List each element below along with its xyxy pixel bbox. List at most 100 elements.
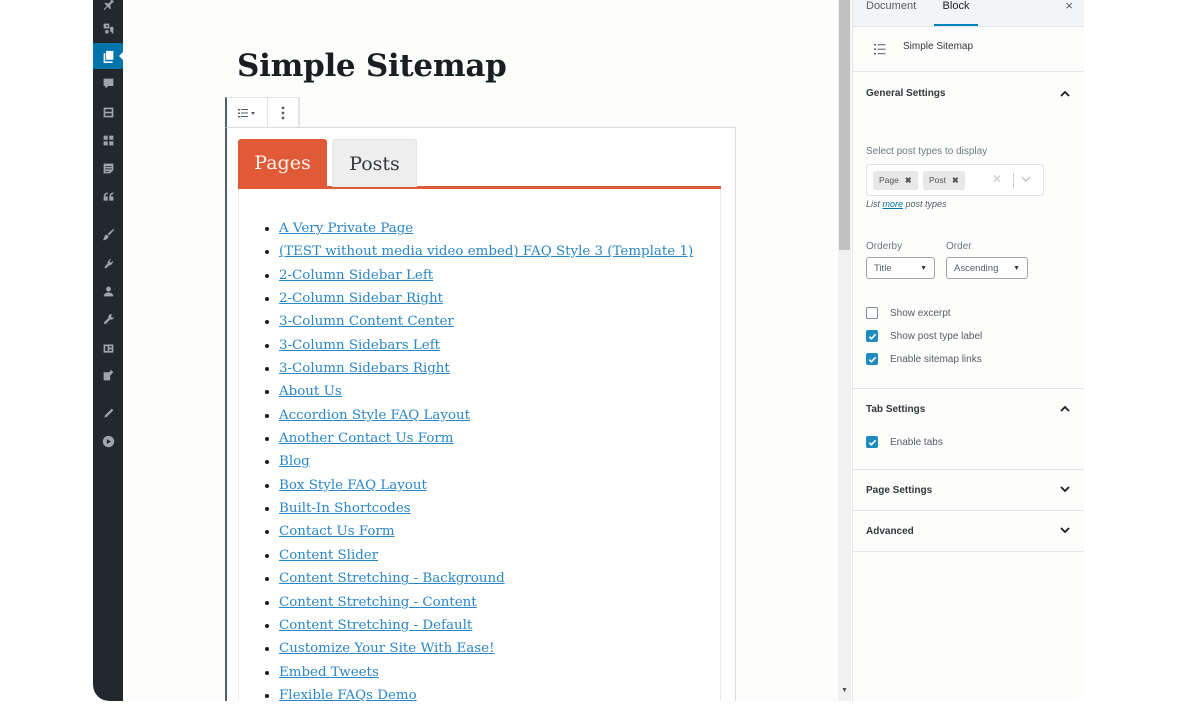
editor-window: Simple Sitemap Pages Posts A Very Privat…	[93, 0, 1084, 701]
page-link[interactable]: Embed Tweets	[279, 665, 379, 680]
tab-posts[interactable]: Posts	[332, 139, 417, 187]
admin-menu-item-appearance[interactable]	[93, 221, 123, 247]
admin-menu-item-document[interactable]	[93, 155, 123, 181]
close-icon[interactable]: ×	[1065, 0, 1073, 13]
sidebar-tab-document[interactable]: Document	[866, 0, 916, 24]
select-arrow-icon: ▼	[920, 265, 927, 272]
page-link[interactable]: (TEST without media video embed) FAQ Sty…	[279, 244, 693, 259]
admin-menu	[93, 0, 124, 701]
checkbox-checked[interactable]	[866, 330, 878, 342]
panel-tab-settings: Tab Settings Enable tabs	[853, 389, 1084, 470]
checkbox-row[interactable]: Show excerpt	[866, 306, 951, 320]
order-value: Ascending	[954, 263, 999, 274]
block-type-switcher[interactable]	[227, 98, 268, 128]
page-link[interactable]: Box Style FAQ Layout	[279, 478, 427, 493]
admin-menu-item-users[interactable]	[93, 278, 123, 304]
post-types-multiselect[interactable]: Page ✖ Post ✖ ✕	[866, 164, 1044, 196]
page-link[interactable]: Another Contact Us Form	[279, 431, 454, 446]
order-label: Order	[946, 241, 972, 252]
scroll-down-arrow-icon[interactable]: ▼	[840, 687, 849, 695]
admin-menu-item-comments[interactable]	[93, 70, 123, 96]
checkbox-label: Show post type label	[890, 330, 983, 342]
panel-title: Tab Settings	[866, 404, 926, 415]
panel-page-settings-toggle[interactable]: Page Settings	[853, 470, 1084, 510]
play-icon	[102, 435, 114, 447]
panel-general-settings-toggle[interactable]: General Settings	[853, 72, 1084, 112]
page-link[interactable]: Contact Us Form	[279, 524, 395, 539]
chip-page[interactable]: Page ✖	[873, 171, 918, 190]
editor-scrollbar[interactable]: ▼	[838, 0, 851, 701]
chip-label: Page	[879, 175, 899, 185]
page-link[interactable]: Content Slider	[279, 548, 378, 563]
tools-icon	[103, 313, 114, 324]
checkbox-row[interactable]: Show post type label	[866, 329, 982, 343]
remove-chip-icon[interactable]: ✖	[905, 176, 912, 185]
page-list-item: Blog	[279, 450, 693, 473]
page-link[interactable]: 3-Column Sidebars Left	[279, 338, 440, 353]
admin-menu-item-media[interactable]	[93, 15, 123, 41]
admin-menu-item-plugins[interactable]	[93, 250, 123, 276]
checkbox-checked[interactable]	[866, 353, 878, 365]
sidebar-tab-block[interactable]: Block	[934, 0, 978, 26]
select-arrow-icon: ▼	[1013, 265, 1020, 272]
post-title[interactable]: Simple Sitemap	[237, 48, 507, 84]
page-link[interactable]: 3-Column Content Center	[279, 314, 454, 329]
media-icon	[103, 23, 113, 33]
remove-chip-icon[interactable]: ✖	[952, 176, 959, 185]
chevron-down-icon[interactable]	[1020, 173, 1032, 185]
admin-menu-item-edit-page[interactable]	[93, 362, 123, 388]
page-link[interactable]: Content Stretching - Background	[279, 571, 505, 586]
page-link[interactable]: 2-Column Sidebar Right	[279, 291, 443, 306]
chip-post[interactable]: Post ✖	[923, 171, 965, 190]
tab-pages[interactable]: Pages	[238, 139, 327, 186]
page-list: A Very Private Page (TEST without media v…	[239, 217, 693, 701]
simple-sitemap-block[interactable]: Pages Posts A Very Private Page (TEST wit…	[225, 127, 736, 701]
admin-menu-item-pages[interactable]	[93, 43, 124, 69]
admin-menu-item-pencil[interactable]	[93, 400, 123, 426]
page-list-item: Built-In Shortcodes	[279, 497, 693, 520]
page-link[interactable]: Built-In Shortcodes	[279, 501, 411, 516]
chevron-up-icon	[1060, 90, 1070, 97]
checkbox-row[interactable]: Enable sitemap links	[866, 352, 982, 366]
admin-menu-item-grid[interactable]	[93, 127, 123, 153]
clear-selection-icon[interactable]: ✕	[992, 172, 1002, 186]
page-link[interactable]: Content Stretching - Default	[279, 618, 472, 633]
page-link[interactable]: 2-Column Sidebar Left	[279, 268, 433, 283]
chevron-up-icon	[1060, 405, 1070, 412]
checkbox-row[interactable]: Enable tabs	[866, 435, 943, 449]
list-icon	[874, 44, 886, 55]
page-link[interactable]: About Us	[279, 384, 342, 399]
page-link[interactable]: Customize Your Site With Ease!	[279, 641, 494, 656]
checkbox-checked[interactable]	[866, 436, 878, 448]
admin-menu-item-quote[interactable]	[93, 183, 123, 209]
panel-advanced-toggle[interactable]: Advanced	[853, 511, 1084, 551]
page-link[interactable]: Accordion Style FAQ Layout	[279, 408, 470, 423]
panel-tab-settings-toggle[interactable]: Tab Settings	[853, 389, 1084, 429]
scrollbar-thumb[interactable]	[839, 0, 850, 250]
page-list-item: Customize Your Site With Ease!	[279, 637, 693, 660]
admin-menu-item-settings[interactable]	[93, 335, 123, 361]
page-list-item: Content Stretching - Default	[279, 614, 693, 637]
admin-menu-item-pin[interactable]	[93, 0, 123, 16]
page-link[interactable]: A Very Private Page	[279, 221, 413, 236]
pages-icon	[103, 50, 113, 63]
more-post-types-link[interactable]: more	[883, 199, 904, 209]
page-list-item: Box Style FAQ Layout	[279, 474, 693, 497]
admin-menu-item-forms[interactable]	[93, 99, 123, 125]
multiselect-separator	[1013, 173, 1014, 188]
page-link[interactable]: Content Stretching - Content	[279, 595, 477, 610]
page-list-item: Content Slider	[279, 544, 693, 567]
page-list-item: 3-Column Sidebars Left	[279, 334, 693, 357]
admin-menu-item-tools[interactable]	[93, 306, 123, 332]
page-list-item: 3-Column Content Center	[279, 310, 693, 333]
checkbox-unchecked[interactable]	[866, 307, 878, 319]
orderby-select[interactable]: Title ▼	[866, 257, 935, 279]
page-list-item: Accordion Style FAQ Layout	[279, 404, 693, 427]
order-select[interactable]: Ascending ▼	[946, 257, 1028, 279]
more-options-button[interactable]	[268, 98, 299, 128]
page-link[interactable]: Flexible FAQs Demo	[279, 688, 417, 701]
editor-canvas: Simple Sitemap Pages Posts A Very Privat…	[123, 0, 838, 701]
admin-menu-item-play[interactable]	[93, 428, 123, 454]
page-link[interactable]: 3-Column Sidebars Right	[279, 361, 450, 376]
page-link[interactable]: Blog	[279, 454, 310, 469]
